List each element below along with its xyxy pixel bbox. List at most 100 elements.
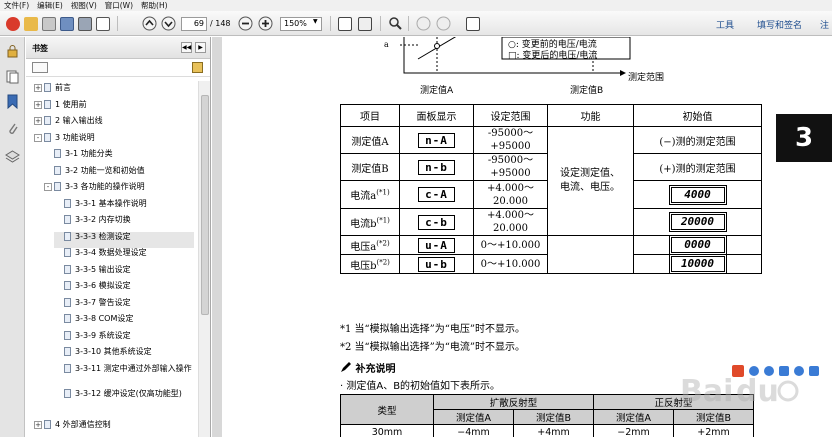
- page-thumbnails-icon[interactable]: [5, 69, 20, 84]
- chevron-down-icon[interactable]: ▼: [313, 18, 318, 25]
- collapse-icon[interactable]: -: [44, 183, 52, 191]
- zoom-out-icon[interactable]: [238, 16, 253, 31]
- bookmark-item[interactable]: 3-3-12 缓冲设定(仅高功能型): [54, 389, 194, 405]
- toolbar-separator: [117, 16, 118, 31]
- zoom-in-icon[interactable]: [258, 16, 273, 31]
- document-view[interactable]: a ○: 变更前的电压/电流 □: 变更后的电压/电流 测定值A 测定值B 测定…: [222, 37, 832, 437]
- item-name: 电流b: [350, 218, 377, 230]
- bookmark-item[interactable]: 3-3-8 COM设定: [54, 314, 194, 330]
- item-cell: 测定值A: [340, 126, 400, 154]
- panel-cell: u-A: [399, 235, 474, 255]
- menu-view[interactable]: 视图(V): [71, 0, 97, 11]
- edit-icon[interactable]: [42, 16, 56, 31]
- bookmark-item[interactable]: + 前言: [34, 83, 196, 99]
- bookmark-item[interactable]: - 3-3 各功能的操作说明: [44, 182, 196, 198]
- lock-icon[interactable]: [5, 44, 20, 59]
- collapse-icon[interactable]: -: [34, 134, 42, 142]
- label-value-b: 测定值B: [570, 86, 604, 96]
- collapse-panel-button[interactable]: ◀◀: [181, 42, 192, 53]
- scroll-thumb[interactable]: [201, 95, 209, 315]
- bookmark-item[interactable]: 3-3-9 系统设定: [54, 331, 194, 347]
- range-cell: +4.000～ 20.000: [473, 208, 548, 236]
- bookmark-page-icon: [54, 182, 61, 191]
- bookmark-label: 3-3-9 系统设定: [75, 331, 131, 340]
- bookmark-item[interactable]: 3-3-7 警告设定: [54, 298, 194, 314]
- bookmark-page-icon: [64, 199, 71, 208]
- bookmark-item[interactable]: 3-3-1 基本操作说明: [54, 199, 194, 215]
- bookmark-item[interactable]: 3-3-5 输出设定: [54, 265, 194, 281]
- bookmark-item[interactable]: 3-3-10 其他系统设定: [54, 347, 194, 363]
- lcd-display: 0000: [668, 235, 727, 255]
- bookmark-item[interactable]: 3-3-6 模拟设定: [54, 281, 194, 297]
- fill-sign-link[interactable]: 填写和签名: [757, 18, 802, 31]
- bookmark-item[interactable]: 3-3-11 测定中通过外部输入操作: [54, 364, 194, 380]
- new-bookmark-icon[interactable]: [192, 62, 203, 73]
- page-number-input[interactable]: 69: [181, 17, 207, 31]
- lcd-display: 10000: [668, 254, 727, 274]
- item-name: 电流a: [350, 191, 377, 202]
- menu-bar: 文件(F) 编辑(E) 视图(V) 窗口(W) 帮助(H): [0, 0, 832, 11]
- initial-cell: 20000: [633, 208, 762, 236]
- expand-icon[interactable]: +: [34, 84, 42, 92]
- panel-display: c-b: [418, 214, 455, 230]
- bookmark-label: 3-3-4 数据处理设定: [75, 248, 147, 257]
- menu-help[interactable]: 帮助(H): [141, 0, 168, 11]
- create-icon[interactable]: [6, 16, 20, 31]
- prev-view-icon[interactable]: [416, 16, 431, 31]
- email-icon[interactable]: [96, 16, 110, 31]
- item-cell: 电流a(*1): [340, 180, 400, 209]
- attachment-icon[interactable]: [5, 121, 20, 136]
- bookmark-item[interactable]: - 3 功能说明: [34, 133, 196, 149]
- save-icon[interactable]: [60, 16, 74, 31]
- footnote-ref: (*1): [376, 188, 390, 197]
- bookmark-item[interactable]: +4 外部通信控制: [34, 420, 196, 436]
- menu-file[interactable]: 文件(F): [4, 0, 29, 11]
- sub-header: 测定值A: [433, 409, 514, 425]
- bookmark-item[interactable]: 3-3-2 内存切换: [54, 215, 194, 231]
- search-icon[interactable]: [388, 16, 403, 31]
- bookmark-item[interactable]: 3-2 功能一览和初始值: [44, 166, 196, 182]
- expand-icon[interactable]: +: [34, 101, 42, 109]
- expand-icon[interactable]: +: [34, 117, 42, 125]
- bookmarks-icon[interactable]: [5, 94, 20, 110]
- panel-cell: c-b: [399, 208, 474, 236]
- fit-page-icon[interactable]: [358, 16, 372, 31]
- bookmarks-header: 书签 ◀◀ ▶: [26, 37, 210, 59]
- fit-width-icon[interactable]: [338, 16, 352, 31]
- page-down-icon[interactable]: [161, 16, 176, 31]
- expand-icon[interactable]: +: [34, 421, 42, 429]
- panel-display: n-A: [418, 132, 455, 148]
- item-name: 测定值A: [351, 136, 389, 148]
- layers-icon[interactable]: [5, 149, 20, 164]
- panel-cell: n-A: [399, 126, 474, 154]
- bookmark-item[interactable]: 3-3-4 数据处理设定: [54, 248, 194, 264]
- bookmark-item[interactable]: +2 输入输出线: [34, 116, 196, 132]
- bookmark-label: 3-3-3 检测设定: [75, 232, 131, 241]
- print-icon[interactable]: [78, 16, 92, 31]
- range-max: 20.000: [493, 195, 528, 207]
- bookmark-item[interactable]: +1 使用前: [34, 100, 196, 116]
- page-up-icon[interactable]: [142, 16, 157, 31]
- bookmark-page-icon: [44, 420, 51, 429]
- open-icon[interactable]: [24, 16, 38, 31]
- bookmark-page-icon: [64, 298, 71, 307]
- tools-link[interactable]: 工具: [716, 18, 734, 31]
- toolbar: 69 / 148 150% ▼ 工具 填写和签名 注: [0, 11, 832, 36]
- bookmark-page-icon: [64, 232, 71, 241]
- supplement-heading: 补充说明: [340, 360, 395, 375]
- bookmarks-scrollbar[interactable]: [198, 81, 210, 437]
- options-menu-icon[interactable]: [32, 62, 48, 73]
- label-value-a: 测定值A: [420, 86, 454, 96]
- menu-window[interactable]: 窗口(W): [105, 0, 133, 11]
- pencil-icon: [341, 362, 351, 372]
- bookmark-item[interactable]: 3-1 功能分类: [44, 149, 196, 165]
- next-view-icon[interactable]: [436, 16, 451, 31]
- item-cell: 电压a(*2): [340, 235, 400, 255]
- bookmarks-title: 书签: [32, 44, 48, 53]
- comment-link[interactable]: 注: [820, 18, 829, 31]
- fullscreen-icon[interactable]: [466, 16, 480, 31]
- range-max: +95000: [490, 168, 531, 179]
- menu-edit[interactable]: 编辑(E): [37, 0, 63, 11]
- bookmark-item[interactable]: 3-3-3 检测设定: [54, 232, 194, 248]
- close-panel-button[interactable]: ▶: [195, 42, 206, 53]
